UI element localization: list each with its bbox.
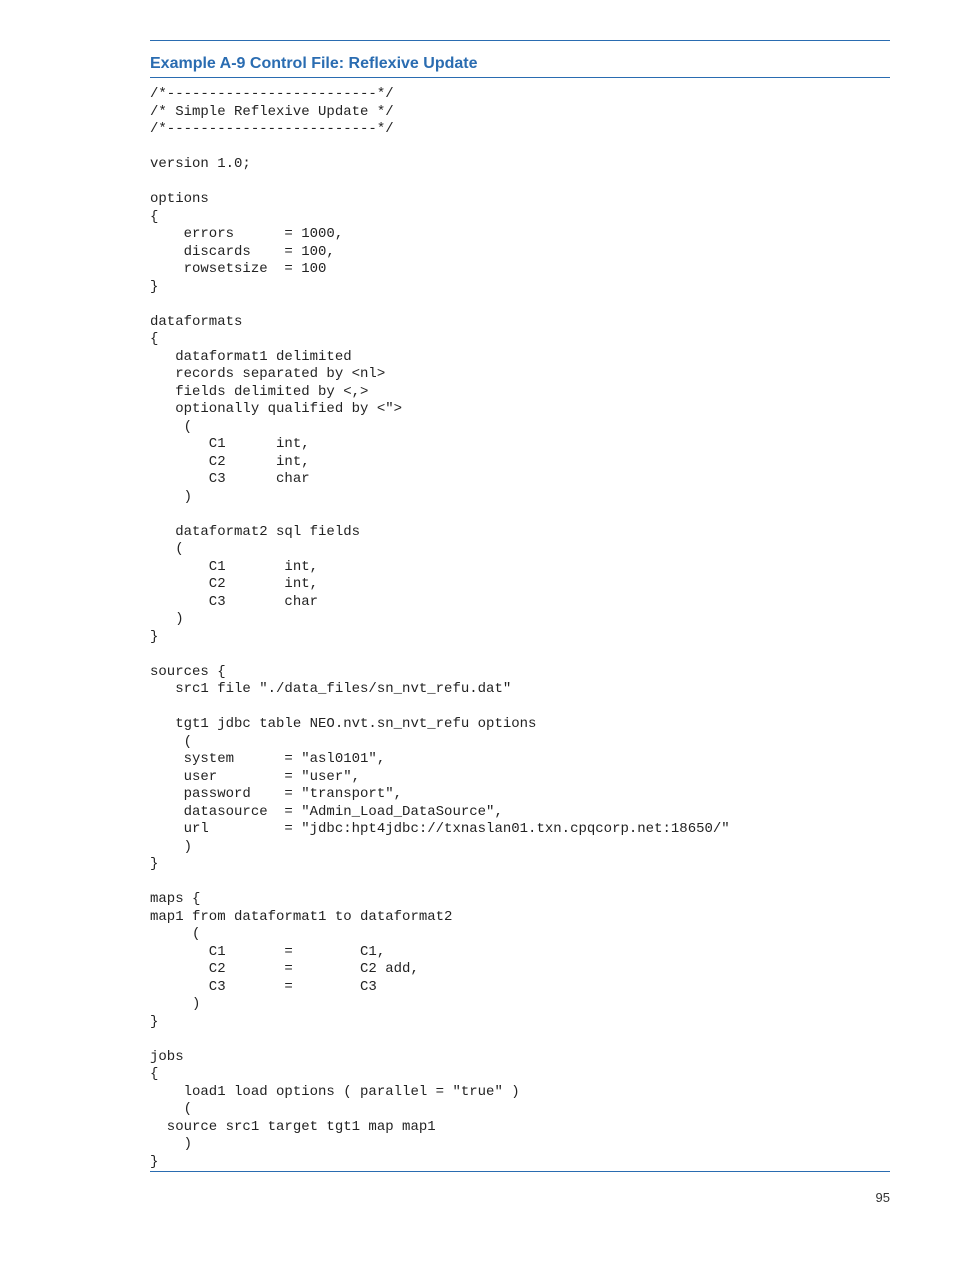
page: Example A-9 Control File: Reflexive Upda… [0, 0, 954, 1237]
top-rule [150, 40, 890, 41]
example-caption: Example A-9 Control File: Reflexive Upda… [150, 55, 890, 73]
caption-rule [150, 77, 890, 78]
page-number: 95 [150, 1190, 890, 1205]
code-block: /*-------------------------*/ /* Simple … [150, 86, 890, 1171]
bottom-rule [150, 1171, 890, 1172]
